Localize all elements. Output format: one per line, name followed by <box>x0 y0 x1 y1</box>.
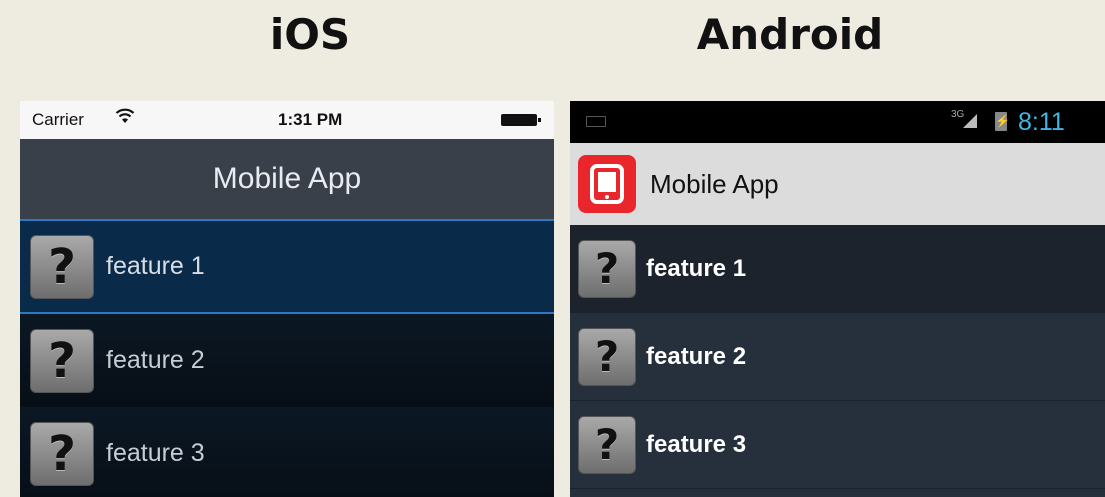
list-item-label: feature 2 <box>106 346 205 374</box>
question-icon: ? <box>30 328 94 393</box>
question-icon: ? <box>30 421 94 486</box>
list-item-label: feature 1 <box>646 254 747 282</box>
android-list-item-feature-1[interactable]: ? feature 1 <box>570 225 1105 313</box>
android-action-bar-title: Mobile App <box>650 168 779 199</box>
android-heading: Android <box>696 10 884 59</box>
carrier-label: Carrier <box>32 110 84 129</box>
list-item-label: feature 3 <box>106 439 205 467</box>
ios-feature-list: ? feature 1 ? feature 2 ? feature 3 <box>20 221 554 497</box>
ios-clock: 1:31 PM <box>278 110 343 129</box>
question-icon: ? <box>578 415 636 474</box>
android-feature-list: ? feature 1 ? feature 2 ? feature 3 <box>570 225 1105 489</box>
ios-screen: Carrier 1:31 PM Mobile App ? feature 1 ?… <box>20 101 554 497</box>
android-status-bar: 3G ⚡ 8:11 <box>570 101 1105 143</box>
keyboard-icon <box>586 116 606 127</box>
android-action-bar: Mobile App <box>570 143 1105 225</box>
android-list-item-feature-3[interactable]: ? feature 3 <box>570 401 1105 489</box>
wifi-icon <box>115 108 135 129</box>
ios-list-item-feature-2[interactable]: ? feature 2 <box>20 314 554 407</box>
android-clock: 8:11 <box>1018 108 1065 136</box>
android-list-item-feature-2[interactable]: ? feature 2 <box>570 313 1105 401</box>
ios-heading: iOS <box>269 10 351 59</box>
signal-icon <box>961 111 979 134</box>
battery-charging-icon: ⚡ <box>995 112 1010 131</box>
ios-status-bar: Carrier 1:31 PM <box>20 101 554 139</box>
ios-list-item-feature-3[interactable]: ? feature 3 <box>20 407 554 497</box>
mobile-app-icon[interactable] <box>578 155 636 213</box>
list-item-label: feature 1 <box>106 252 205 280</box>
question-icon: ? <box>578 239 636 298</box>
ios-list-item-feature-1[interactable]: ? feature 1 <box>20 221 554 314</box>
ios-nav-title: Mobile App <box>212 162 362 195</box>
question-icon: ? <box>30 234 94 299</box>
question-icon: ? <box>578 327 636 386</box>
battery-icon <box>501 114 541 126</box>
ios-nav-bar: Mobile App <box>20 139 554 221</box>
list-item-label: feature 2 <box>646 342 747 370</box>
android-screen: 3G ⚡ 8:11 Mobile App ? feature 1 ? featu… <box>570 101 1105 497</box>
list-item-label: feature 3 <box>646 430 747 458</box>
